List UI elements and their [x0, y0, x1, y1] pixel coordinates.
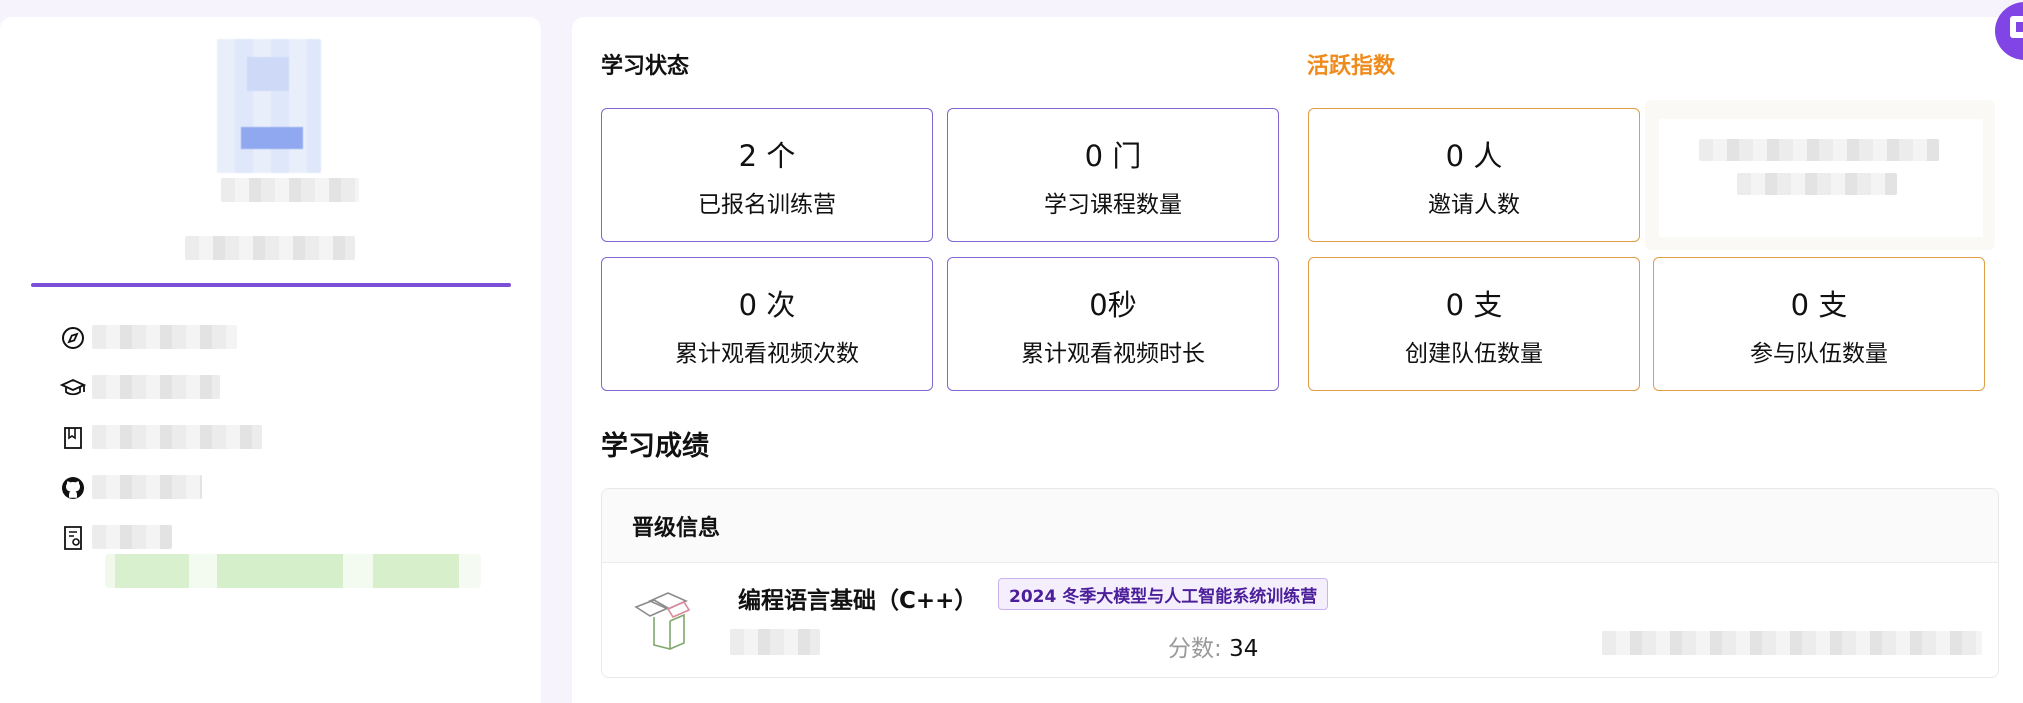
- profile-major-value: [92, 425, 262, 449]
- blurred-promo-line: [1737, 173, 1897, 195]
- stat-value: 0 支: [1445, 288, 1503, 322]
- profile-website-value: [92, 325, 237, 349]
- promotion-info-box: 晋级信息 编程语言基础（C++） 2024 冬季大模型与人工智能系统训练营 分数…: [601, 488, 1999, 678]
- certificate-icon: [60, 525, 86, 551]
- profile-divider: [31, 283, 511, 287]
- box-icon: [632, 581, 694, 651]
- profile-github-value: [92, 475, 202, 499]
- profile-item-school[interactable]: [60, 363, 220, 413]
- username: [221, 178, 359, 202]
- score-value: 34: [1229, 636, 1259, 662]
- course-name[interactable]: 编程语言基础（C++）: [738, 581, 977, 615]
- stat-label: 创建队伍数量: [1405, 341, 1543, 367]
- stat-value: 0 门: [1084, 139, 1142, 173]
- blurred-promo-line: [1699, 139, 1939, 161]
- avatar: [217, 39, 321, 173]
- stat-card-joined-teams[interactable]: 0 支 参与队伍数量: [1653, 257, 1985, 391]
- blurred-course-meta: [730, 629, 820, 655]
- achievements-title: 学习成绩: [601, 431, 709, 462]
- stat-label: 累计观看视频时长: [1021, 341, 1205, 367]
- stat-card-video-duration[interactable]: 0秒 累计观看视频时长: [947, 257, 1279, 391]
- profile-item-certificate[interactable]: [60, 513, 172, 563]
- profile-certificate-value: [92, 525, 172, 549]
- compass-icon: [60, 325, 86, 351]
- stat-label: 参与队伍数量: [1750, 341, 1888, 367]
- chat-icon[interactable]: [2010, 16, 2023, 38]
- profile-item-website[interactable]: [60, 313, 237, 363]
- github-icon: [60, 475, 86, 501]
- blurred-promo-content: [1659, 119, 1983, 237]
- promotion-info-header: 晋级信息: [602, 489, 1998, 563]
- blurred-promo-card: [1645, 100, 1995, 250]
- profile-panel: [0, 17, 541, 703]
- stat-label: 累计观看视频次数: [675, 341, 859, 367]
- camp-tag: 2024 冬季大模型与人工智能系统训练营: [998, 578, 1329, 610]
- stat-card-enrolled-camps[interactable]: 2 个 已报名训练营: [601, 108, 933, 242]
- book-icon: [60, 425, 86, 451]
- user-bio: [185, 236, 355, 260]
- blurred-course-date: [1602, 631, 1982, 655]
- score-label: 分数:: [1168, 636, 1222, 662]
- stat-value: 0 人: [1445, 139, 1503, 173]
- activity-index-title: 活跃指数: [1307, 54, 1396, 79]
- stat-label: 学习课程数量: [1044, 192, 1182, 218]
- stat-card-course-count[interactable]: 0 门 学习课程数量: [947, 108, 1279, 242]
- profile-links: [60, 313, 262, 563]
- profile-school-value: [92, 375, 220, 399]
- graduation-cap-icon: [60, 375, 86, 401]
- stat-value: 2 个: [738, 139, 796, 173]
- course-row[interactable]: 编程语言基础（C++） 2024 冬季大模型与人工智能系统训练营 分数: 34: [602, 563, 1998, 677]
- stat-value: 0秒: [1089, 288, 1137, 322]
- study-status-title: 学习状态: [601, 54, 690, 79]
- stat-card-invites[interactable]: 0 人 邀请人数: [1308, 108, 1640, 242]
- stat-value: 0 支: [1790, 288, 1848, 322]
- score: 分数: 34: [1168, 629, 1258, 663]
- stat-card-created-teams[interactable]: 0 支 创建队伍数量: [1308, 257, 1640, 391]
- status-tags: [105, 554, 481, 588]
- stat-label: 邀请人数: [1428, 192, 1520, 218]
- stat-label: 已报名训练营: [698, 192, 836, 218]
- stat-card-video-views[interactable]: 0 次 累计观看视频次数: [601, 257, 933, 391]
- stat-value: 0 次: [738, 288, 796, 322]
- profile-item-github[interactable]: [60, 463, 202, 513]
- profile-item-major[interactable]: [60, 413, 262, 463]
